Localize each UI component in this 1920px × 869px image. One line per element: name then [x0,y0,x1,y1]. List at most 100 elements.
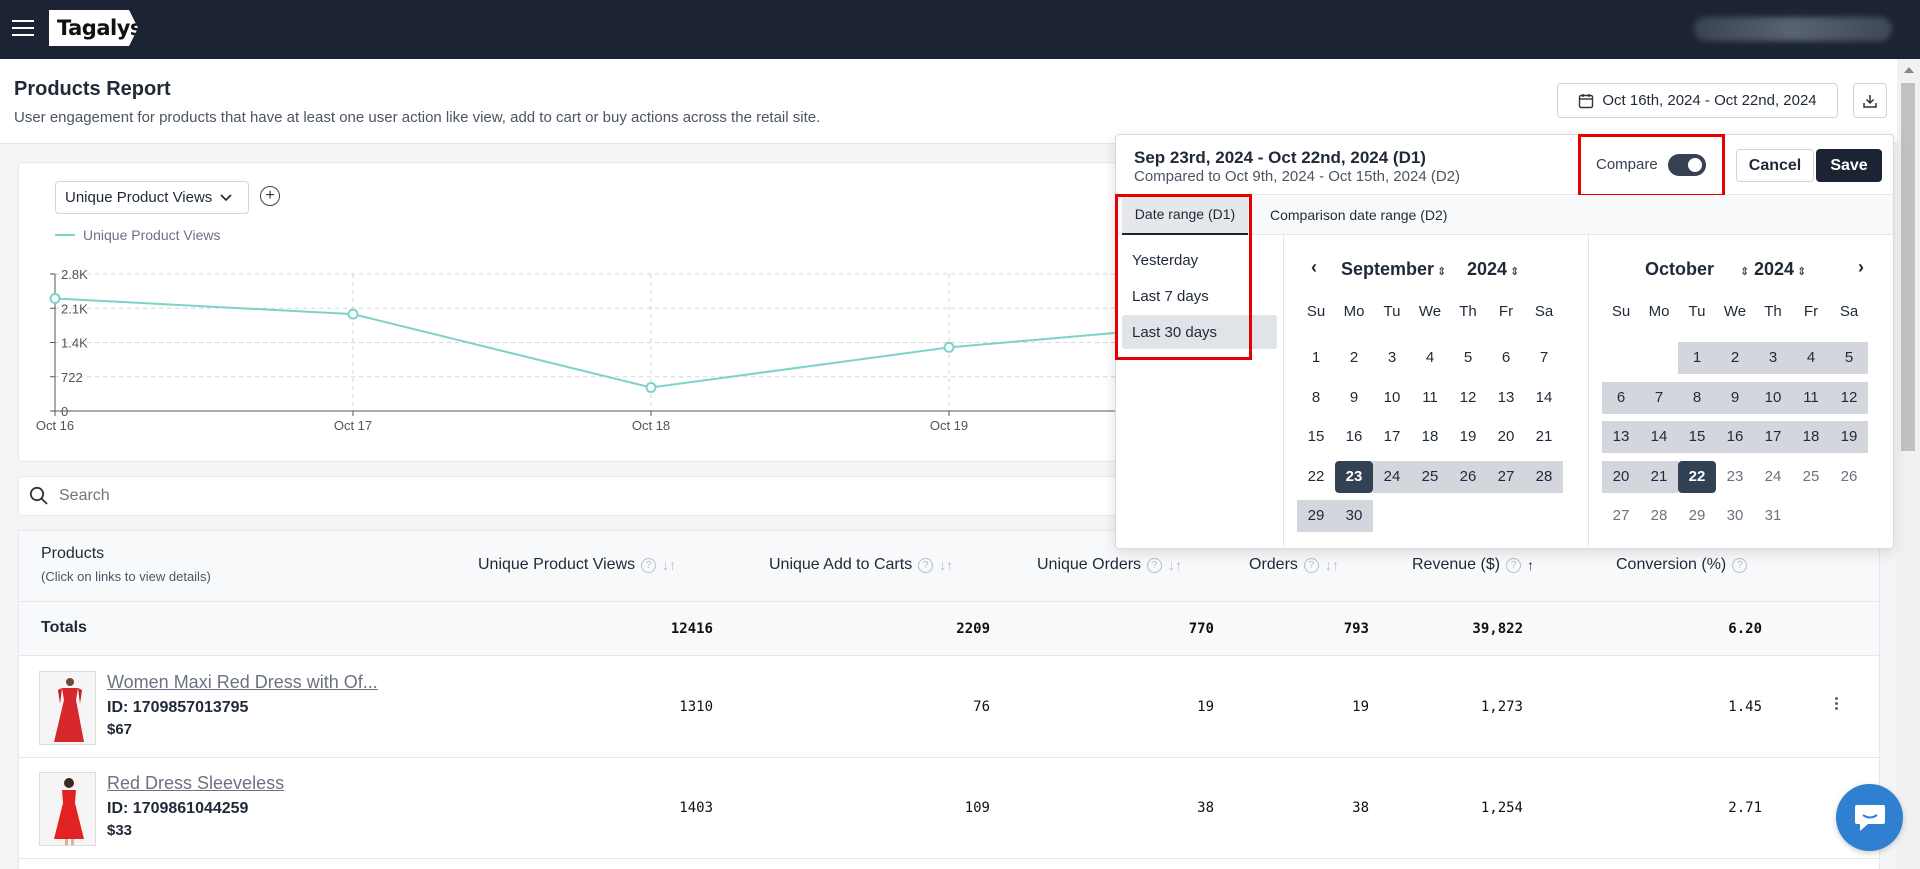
sort-icon[interactable]: ↓↑ [662,557,676,573]
october-day-12[interactable]: 12 [1830,381,1868,414]
column-unique-orders[interactable]: Unique Orders ? ↓↑ [1037,556,1182,574]
help-icon[interactable]: ? [1303,557,1319,573]
september-day-28[interactable]: 28 [1525,460,1563,493]
october-day-11[interactable]: 11 [1792,381,1830,414]
october-day-13[interactable]: 13 [1602,421,1640,453]
menu-icon[interactable] [12,20,34,38]
next-month-icon[interactable]: › [1858,257,1864,278]
september-day-13[interactable]: 13 [1487,382,1525,414]
october-day-29[interactable]: 29 [1678,500,1716,532]
september-day-12[interactable]: 12 [1449,382,1487,414]
october-day-25[interactable]: 25 [1792,461,1830,493]
october-day-22[interactable]: 22 [1678,460,1716,493]
column-conversion[interactable]: Conversion (%) ? [1616,556,1748,574]
october-day-4[interactable]: 4 [1792,342,1830,374]
october-day-18[interactable]: 18 [1792,421,1830,453]
september-day-24[interactable]: 24 [1373,460,1411,493]
october-day-3[interactable]: 3 [1754,342,1792,374]
october-day-1[interactable]: 1 [1678,342,1716,374]
help-icon[interactable]: ? [918,557,934,573]
download-button[interactable] [1853,83,1887,118]
september-day-27[interactable]: 27 [1487,460,1525,493]
column-orders[interactable]: Orders ? ↓↑ [1249,556,1339,574]
column-unique-add-to-carts[interactable]: Unique Add to Carts ? ↓↑ [769,556,953,574]
october-day-23[interactable]: 23 [1716,461,1754,493]
october-day-14[interactable]: 14 [1640,421,1678,453]
scroll-up-arrow-icon[interactable] [1904,67,1914,73]
help-icon[interactable]: ? [641,557,657,573]
september-day-6[interactable]: 6 [1487,342,1525,374]
month-select-september[interactable]: September ⇕ [1341,259,1446,280]
month-select-october[interactable]: October ⇕ [1645,259,1749,280]
year-select-left[interactable]: 2024 ⇕ [1467,259,1519,280]
september-day-29[interactable]: 29 [1297,500,1335,532]
product-link[interactable]: Red Dress Sleeveless [107,773,284,794]
tab-comparison-range-d2[interactable]: Comparison date range (D2) [1270,195,1447,235]
chat-widget-button[interactable] [1836,784,1903,851]
october-day-20[interactable]: 20 [1602,460,1640,493]
september-day-30[interactable]: 30 [1335,500,1373,532]
october-day-28[interactable]: 28 [1640,500,1678,532]
year-select-right[interactable]: 2024 ⇕ [1754,259,1806,280]
october-day-21[interactable]: 21 [1640,460,1678,493]
september-day-25[interactable]: 25 [1411,460,1449,493]
october-day-10[interactable]: 10 [1754,381,1792,414]
september-day-20[interactable]: 20 [1487,421,1525,453]
help-icon[interactable]: ? [1732,557,1748,573]
october-day-9[interactable]: 9 [1716,381,1754,414]
october-day-6[interactable]: 6 [1602,381,1640,414]
date-range-button[interactable]: Oct 16th, 2024 - Oct 22nd, 2024 [1557,83,1838,118]
september-day-1[interactable]: 1 [1297,342,1335,374]
september-day-10[interactable]: 10 [1373,382,1411,414]
scroll-thumb[interactable] [1901,83,1915,451]
september-day-17[interactable]: 17 [1373,421,1411,453]
prev-month-icon[interactable]: ‹ [1311,257,1317,278]
october-day-24[interactable]: 24 [1754,461,1792,493]
october-day-31[interactable]: 31 [1754,500,1792,532]
product-link[interactable]: Women Maxi Red Dress with Of... [107,672,378,693]
september-day-8[interactable]: 8 [1297,382,1335,414]
september-day-19[interactable]: 19 [1449,421,1487,453]
september-day-14[interactable]: 14 [1525,382,1563,414]
sort-icon[interactable]: ↓↑ [1325,557,1339,573]
september-day-16[interactable]: 16 [1335,421,1373,453]
october-day-26[interactable]: 26 [1830,461,1868,493]
september-day-9[interactable]: 9 [1335,382,1373,414]
save-button[interactable]: Save [1816,149,1882,182]
column-revenue[interactable]: Revenue ($) ? ↑ [1412,556,1534,574]
october-day-27[interactable]: 27 [1602,500,1640,532]
september-day-21[interactable]: 21 [1525,421,1563,453]
help-icon[interactable]: ? [1506,557,1522,573]
september-day-15[interactable]: 15 [1297,421,1335,453]
october-day-8[interactable]: 8 [1678,381,1716,414]
help-icon[interactable]: ? [1147,557,1163,573]
search-input[interactable] [59,477,1159,515]
october-day-7[interactable]: 7 [1640,381,1678,414]
october-day-5[interactable]: 5 [1830,342,1868,374]
september-day-18[interactable]: 18 [1411,421,1449,453]
october-day-2[interactable]: 2 [1716,342,1754,374]
tagalys-logo[interactable]: Tagalys [49,10,138,46]
october-day-16[interactable]: 16 [1716,421,1754,453]
september-day-23[interactable]: 23 [1335,460,1373,493]
october-day-15[interactable]: 15 [1678,421,1716,453]
product-image[interactable] [39,772,96,846]
september-day-26[interactable]: 26 [1449,460,1487,493]
september-day-4[interactable]: 4 [1411,342,1449,374]
column-unique-product-views[interactable]: Unique Product Views ? ↓↑ [478,556,676,574]
product-image[interactable] [39,671,96,745]
page-scrollbar[interactable] [1897,59,1920,869]
september-day-7[interactable]: 7 [1525,342,1563,374]
more-options-icon[interactable] [1835,697,1839,712]
september-day-5[interactable]: 5 [1449,342,1487,374]
september-day-3[interactable]: 3 [1373,342,1411,374]
cancel-button[interactable]: Cancel [1736,149,1814,182]
september-day-11[interactable]: 11 [1411,382,1449,414]
october-day-19[interactable]: 19 [1830,421,1868,453]
user-account-menu[interactable] [1694,17,1892,41]
september-day-2[interactable]: 2 [1335,342,1373,374]
sort-up-icon[interactable]: ↑ [1527,557,1534,573]
sort-icon[interactable]: ↓↑ [1168,557,1182,573]
september-day-22[interactable]: 22 [1297,461,1335,493]
october-day-17[interactable]: 17 [1754,421,1792,453]
